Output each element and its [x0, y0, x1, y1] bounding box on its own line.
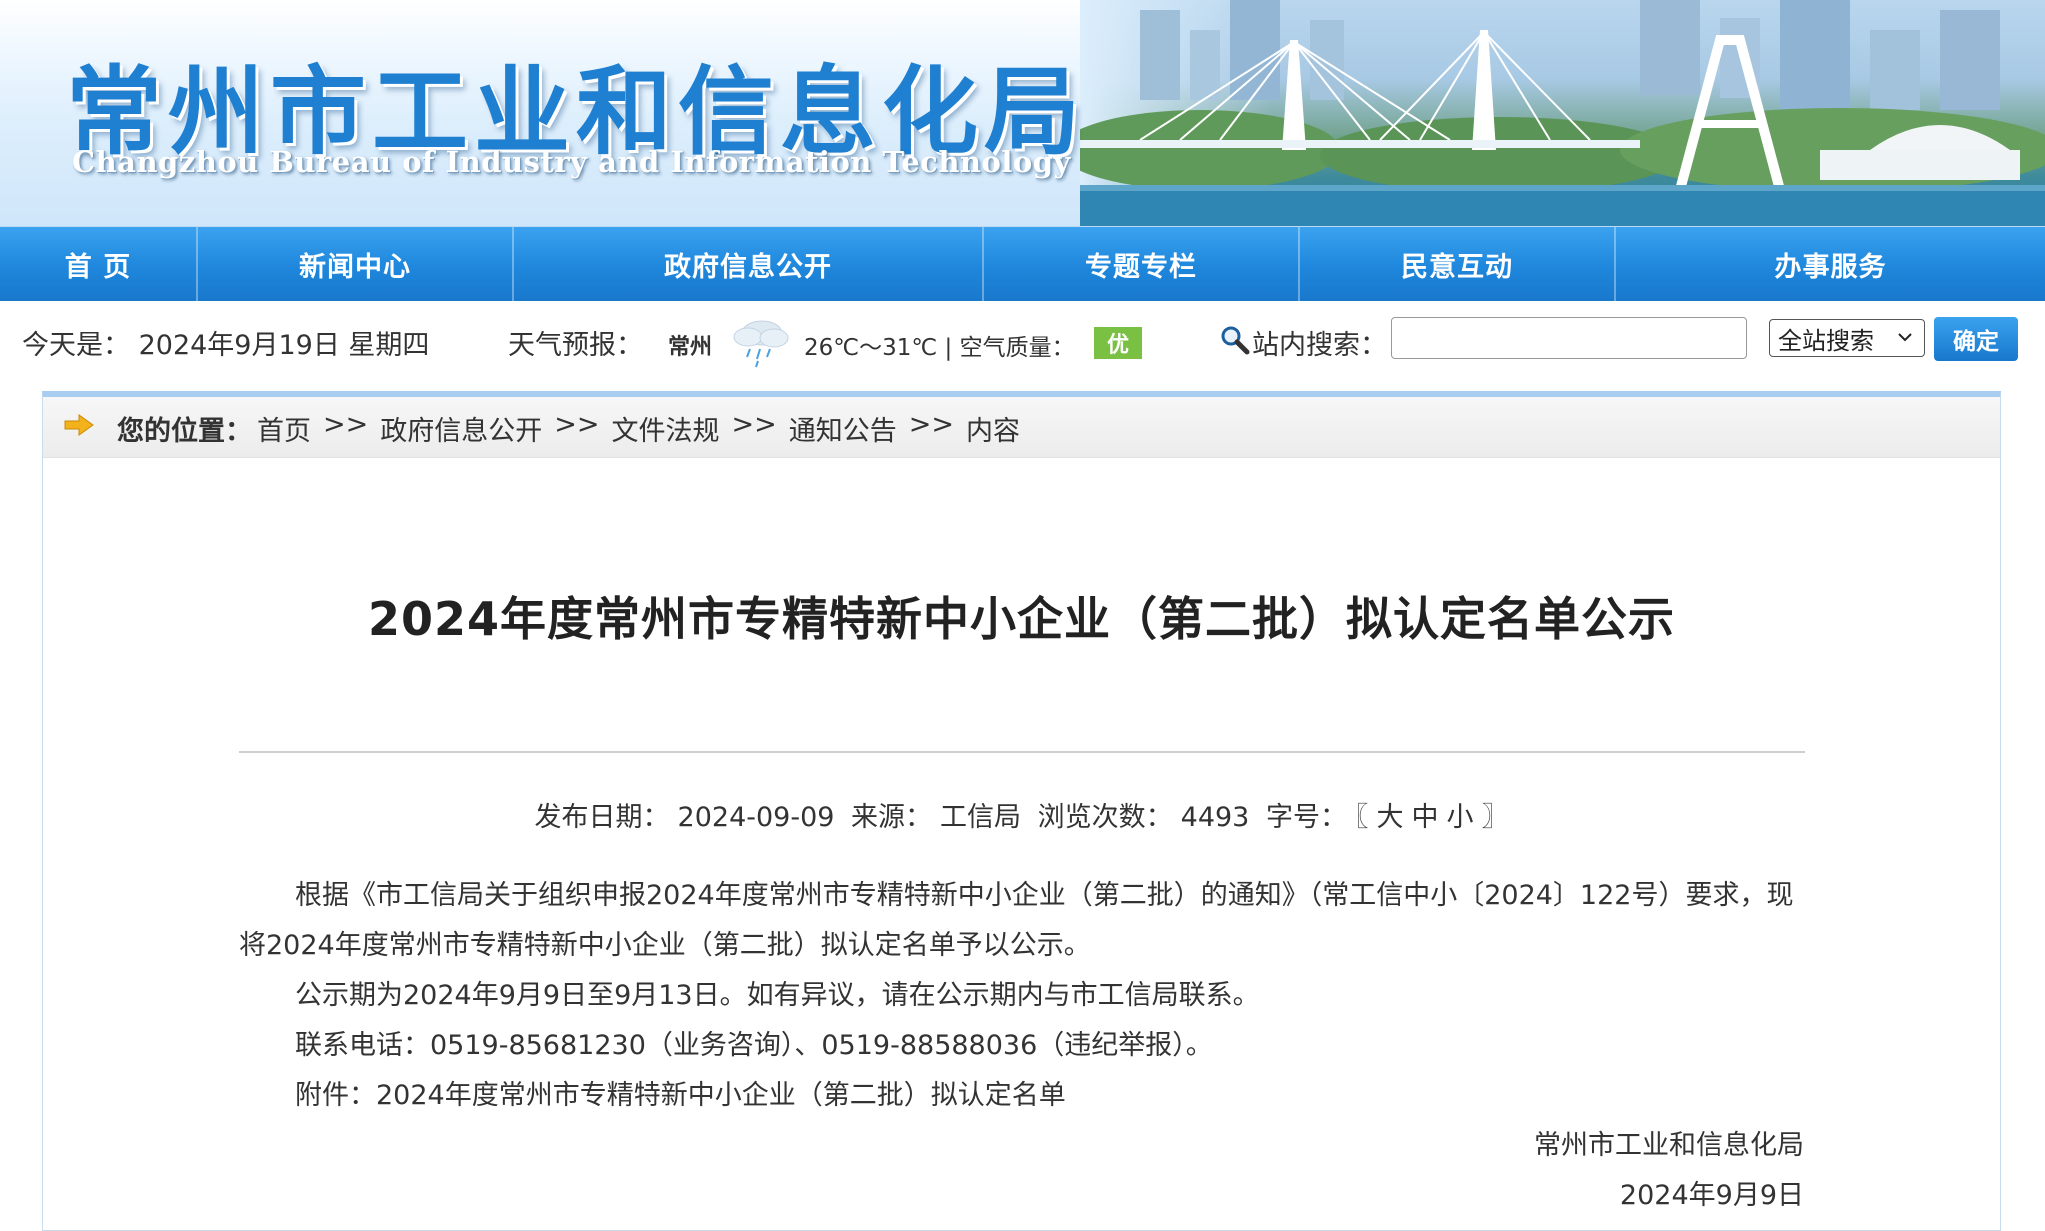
magnifier-icon [1221, 326, 1250, 355]
breadcrumb-gov-info[interactable]: 政府信息公开 [380, 409, 542, 448]
font-bracket-close: 〗 [1481, 802, 1509, 833]
title-divider [239, 751, 1805, 753]
font-size-medium[interactable]: 中 [1411, 802, 1438, 833]
main-nav: 首 页 新闻中心 政府信息公开 专题专栏 民意互动 办事服务 [0, 227, 2045, 301]
city-bridge-photo [1080, 0, 2045, 226]
font-bracket-open: 〖 [1354, 802, 1369, 833]
search-submit-button[interactable]: 确定 [1934, 317, 2018, 361]
body-paragraph: 联系电话：0519-85681230（业务咨询）、0519-88588036（违… [295, 1030, 1213, 1061]
site-search-input[interactable] [1391, 317, 1747, 359]
article-body: 根据《市工信局关于组织申报2024年度常州市专精特新中小企业（第二批）的通知》（… [239, 871, 1811, 1121]
search-scope-select[interactable]: 全站搜索 [1769, 319, 1925, 357]
today-date: 今天是： 2024年9月19日 星期四 [22, 330, 430, 361]
chevron-down-icon [1898, 333, 1912, 342]
air-quality-badge: 优 [1094, 327, 1142, 359]
article-meta: 发布日期： 2024-09-09 来源： 工信局 浏览次数： 4493 字号：〖大中小… [43, 795, 2000, 834]
breadcrumb-documents[interactable]: 文件法规 [612, 409, 720, 448]
views-label: 浏览次数： [1037, 802, 1173, 833]
breadcrumb: 您的位置： 首页 >> 政府信息公开 >> 文件法规 >> 通知公告 >> 内容 [43, 397, 2000, 458]
body-paragraph: 根据《市工信局关于组织申报2024年度常州市专精特新中小企业（第二批）的通知》（… [239, 880, 1794, 961]
signature-org: 常州市工业和信息化局 [1534, 1130, 1804, 1161]
publish-date: 2024-09-09 [677, 802, 835, 833]
weather-label: 天气预报： [508, 330, 643, 361]
font-size-small[interactable]: 小 [1446, 802, 1473, 833]
info-bar: 今天是： 2024年9月19日 星期四 天气预报： 常州 26℃～31℃ | 空… [0, 301, 2045, 385]
breadcrumb-separator: >> [323, 409, 369, 440]
attachment-link[interactable]: 附件：2024年度常州市专精特新中小企业（第二批）拟认定名单 [239, 1071, 1811, 1121]
article-title: 2024年度常州市专精特新中小企业（第二批）拟认定名单公示 [367, 592, 1676, 646]
source-label: 来源： [851, 802, 933, 833]
publish-date-label: 发布日期： [534, 802, 670, 833]
rain-cloud-icon [733, 320, 789, 368]
views-count: 4493 [1180, 802, 1250, 833]
font-size-label: 字号： [1265, 802, 1347, 833]
font-size-large[interactable]: 大 [1376, 802, 1403, 833]
header-banner: 常州市工业和信息化局 Changzhou Bureau of Industry … [0, 0, 2045, 227]
breadcrumb-current: 内容 [966, 416, 1020, 447]
site-search-label: 站内搜索： [1252, 330, 1387, 361]
nav-public-interaction[interactable]: 民意互动 [1300, 227, 1616, 301]
arrow-right-icon [64, 414, 94, 436]
article-container: 您的位置： 首页 >> 政府信息公开 >> 文件法规 >> 通知公告 >> 内容… [42, 391, 2001, 1231]
breadcrumb-separator: >> [908, 409, 954, 440]
weather-city: 常州 [668, 335, 713, 360]
body-paragraph: 公示期为2024年9月9日至9月13日。如有异议，请在公示期内与市工信局联系。 [295, 980, 1260, 1011]
nav-home[interactable]: 首 页 [0, 227, 198, 301]
nav-special-topics[interactable]: 专题专栏 [984, 227, 1300, 301]
breadcrumb-home[interactable]: 首页 [257, 409, 311, 448]
weather-temperature: 26℃～31℃ | 空气质量： [804, 335, 1075, 361]
breadcrumb-label: 您的位置： [117, 416, 252, 447]
article-signature: 常州市工业和信息化局 2024年9月9日 [1534, 1121, 1804, 1221]
breadcrumb-separator: >> [554, 409, 600, 440]
nav-services[interactable]: 办事服务 [1616, 227, 2045, 301]
search-scope-value: 全站搜索 [1778, 326, 1874, 355]
nav-news-center[interactable]: 新闻中心 [198, 227, 514, 301]
breadcrumb-separator: >> [731, 409, 777, 440]
breadcrumb-trail: 首页 >> 政府信息公开 >> 文件法规 >> 通知公告 >> 内容 [257, 409, 1020, 448]
site-subtitle: Changzhou Bureau of Industry and Informa… [72, 145, 1071, 179]
source-value: 工信局 [940, 802, 1022, 833]
nav-gov-info-public[interactable]: 政府信息公开 [514, 227, 984, 301]
breadcrumb-notices[interactable]: 通知公告 [789, 409, 897, 448]
signature-date: 2024年9月9日 [1619, 1180, 1804, 1211]
